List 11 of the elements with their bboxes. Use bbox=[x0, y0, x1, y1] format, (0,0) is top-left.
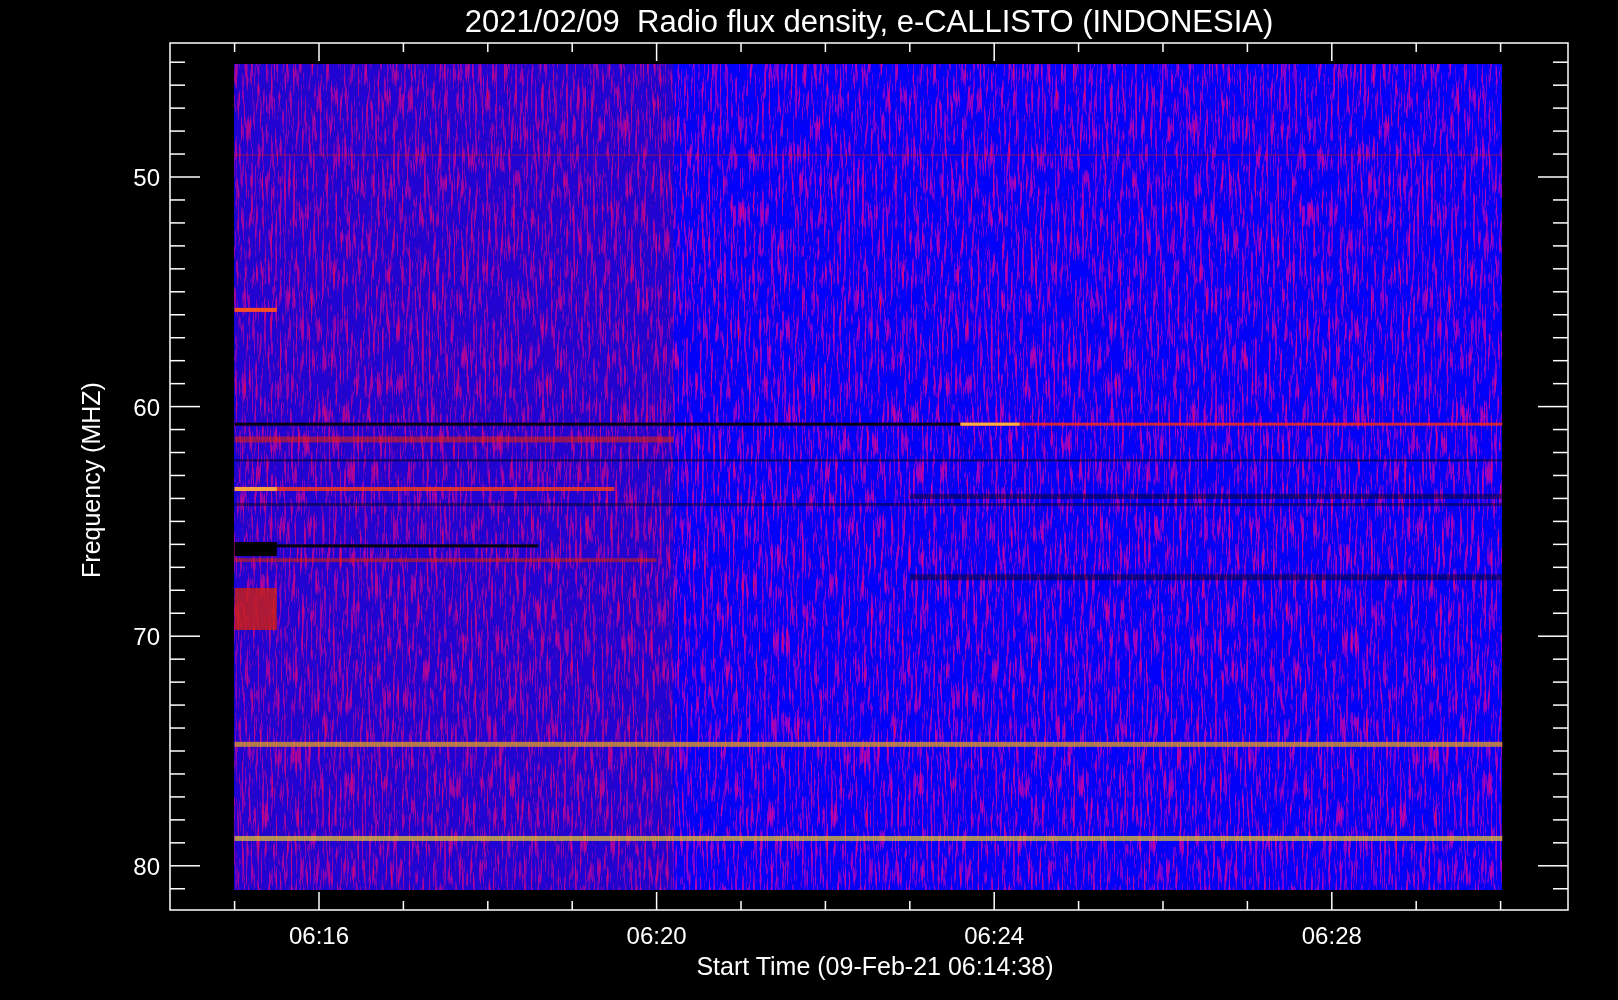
x-tick-label: 06:20 bbox=[626, 922, 687, 949]
y-tick-label: 60 bbox=[133, 393, 160, 421]
y-tick-label: 80 bbox=[133, 852, 160, 880]
x-axis-label: Start Time (09-Feb-21 06:14:38) bbox=[696, 952, 1054, 980]
chart-title: 2021/02/09 Radio flux density, e-CALLISTO (INDONESIA) bbox=[464, 4, 1274, 39]
y-tick-label: 50 bbox=[133, 164, 160, 191]
y-tick-label: 70 bbox=[133, 623, 160, 651]
x-tick-label: 06:24 bbox=[964, 922, 1025, 949]
y-axis-label: Frequency (MHZ) bbox=[77, 382, 105, 578]
x-tick-label: 06:28 bbox=[1301, 922, 1362, 949]
x-tick-label: 06:16 bbox=[288, 922, 350, 949]
